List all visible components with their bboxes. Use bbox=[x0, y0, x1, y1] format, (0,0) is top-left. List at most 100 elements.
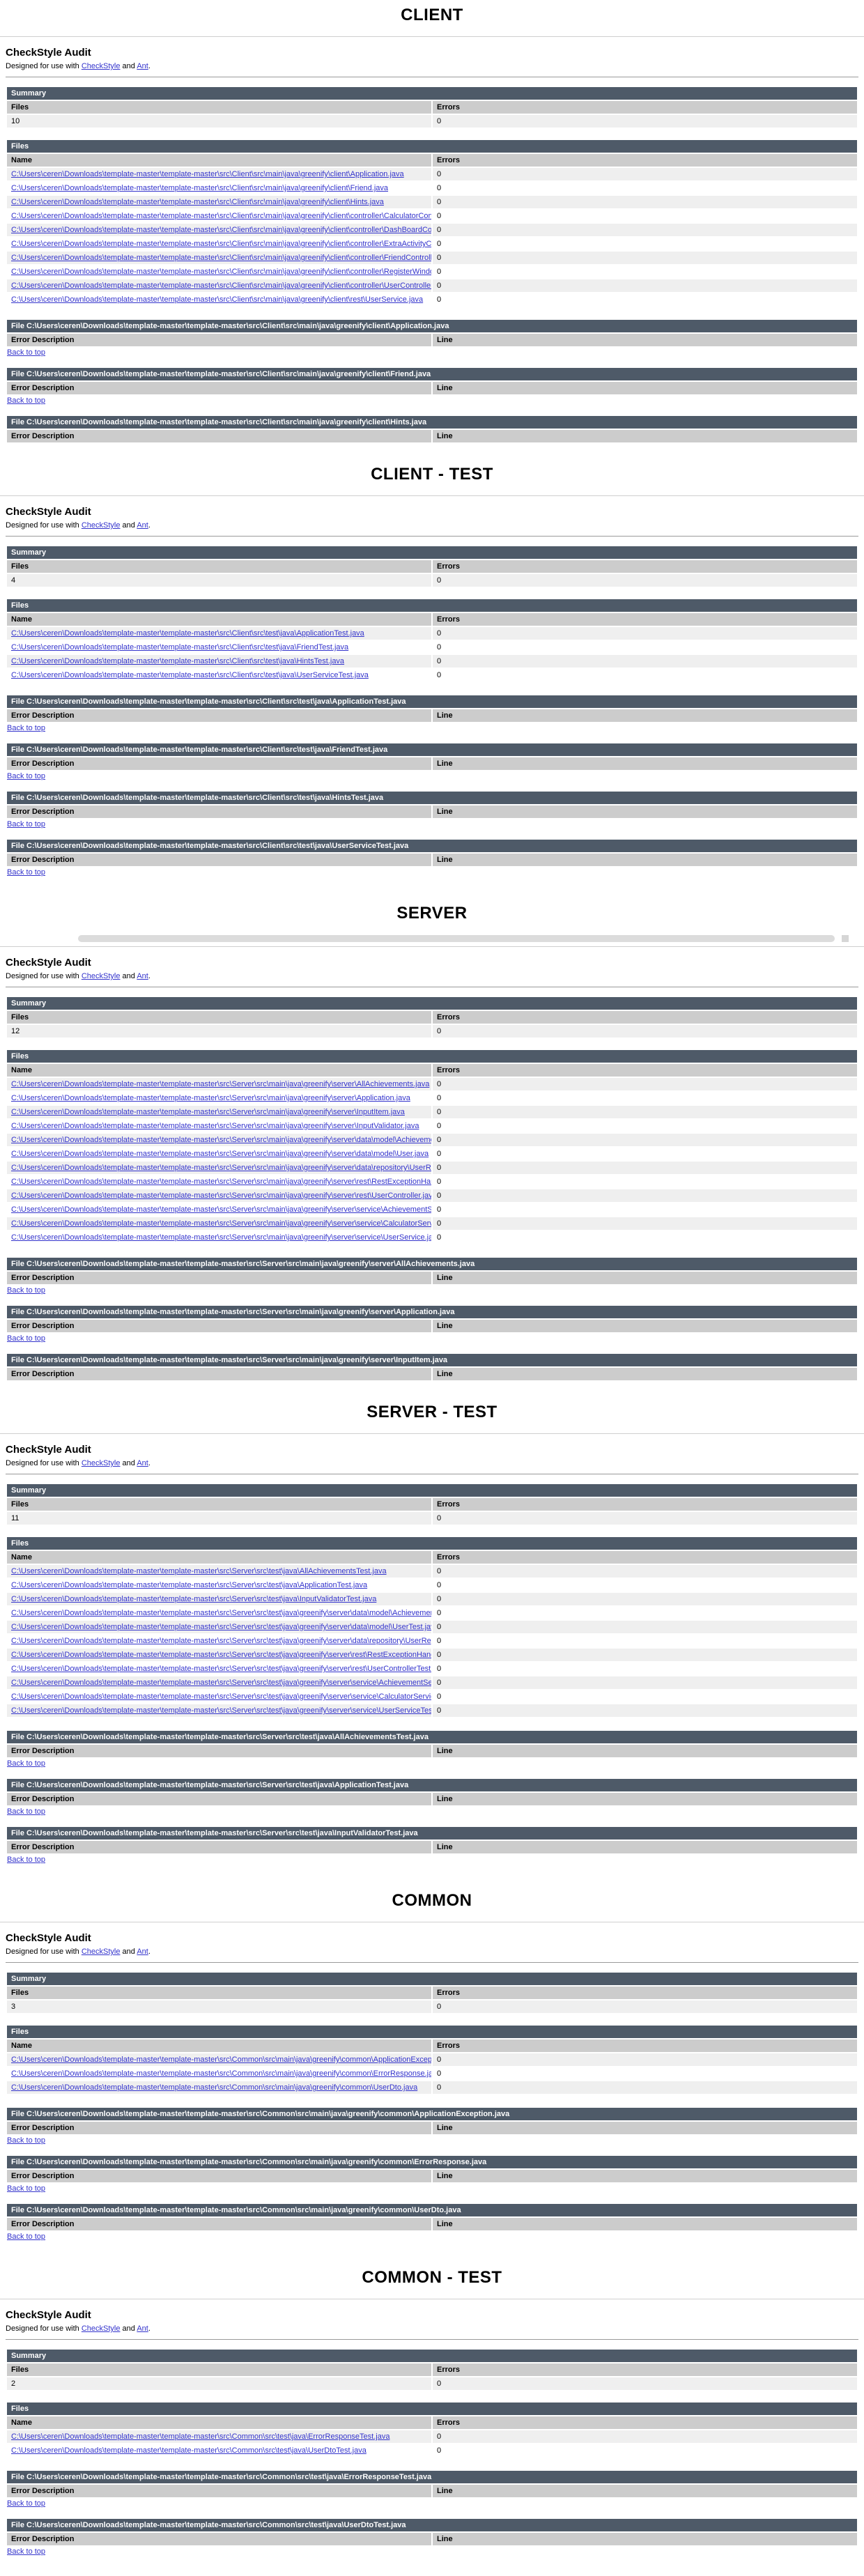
summary-col-files: Files bbox=[7, 560, 431, 573]
detail-band-row: File C:\Users\ceren\Downloads\template-m… bbox=[7, 2156, 857, 2168]
file-link[interactable]: C:\Users\ceren\Downloads\template-master… bbox=[11, 268, 427, 276]
file-link[interactable]: C:\Users\ceren\Downloads\template-master… bbox=[11, 1581, 367, 1589]
back-to-top-link[interactable]: Back to top bbox=[7, 2499, 45, 2508]
file-link[interactable]: C:\Users\ceren\Downloads\template-master… bbox=[11, 1609, 427, 1617]
detail-band-row: File C:\Users\ceren\Downloads\template-m… bbox=[7, 743, 857, 756]
back-to-top-link[interactable]: Back to top bbox=[7, 396, 45, 405]
file-link[interactable]: C:\Users\ceren\Downloads\template-master… bbox=[11, 1692, 427, 1701]
file-link[interactable]: C:\Users\ceren\Downloads\template-master… bbox=[11, 671, 369, 679]
file-error-count: 0 bbox=[433, 2444, 857, 2457]
file-link[interactable]: C:\Users\ceren\Downloads\template-master… bbox=[11, 1651, 427, 1659]
file-link[interactable]: C:\Users\ceren\Downloads\template-master… bbox=[11, 254, 427, 262]
ant-link[interactable]: Ant bbox=[137, 972, 148, 980]
file-link[interactable]: C:\Users\ceren\Downloads\template-master… bbox=[11, 226, 427, 234]
back-to-top-link[interactable]: Back to top bbox=[7, 820, 45, 828]
files-table: Files Name Errors C:\Users\ceren\Downloa… bbox=[6, 598, 858, 683]
detail-file-path: C:\Users\ceren\Downloads\template-master… bbox=[26, 697, 406, 706]
scrollbar-thumb[interactable] bbox=[78, 935, 835, 942]
file-link[interactable]: C:\Users\ceren\Downloads\template-master… bbox=[11, 2083, 417, 2092]
subtitle-text: and bbox=[120, 1948, 137, 1956]
file-link[interactable]: C:\Users\ceren\Downloads\template-master… bbox=[11, 1094, 410, 1102]
files-table: Files Name Errors C:\Users\ceren\Downloa… bbox=[6, 1536, 858, 1718]
file-link[interactable]: C:\Users\ceren\Downloads\template-master… bbox=[11, 1595, 376, 1603]
detail-col-description: Error Description bbox=[7, 2485, 431, 2497]
back-to-top-link[interactable]: Back to top bbox=[7, 1807, 45, 1816]
file-link[interactable]: C:\Users\ceren\Downloads\template-master… bbox=[11, 1108, 405, 1116]
file-detail-table: File C:\Users\ceren\Downloads\template-m… bbox=[6, 1729, 858, 1759]
ant-link[interactable]: Ant bbox=[137, 2324, 148, 2333]
file-link[interactable]: C:\Users\ceren\Downloads\template-master… bbox=[11, 629, 364, 638]
file-link[interactable]: C:\Users\ceren\Downloads\template-master… bbox=[11, 295, 423, 304]
file-link[interactable]: C:\Users\ceren\Downloads\template-master… bbox=[11, 1150, 427, 1158]
checkstyle-link[interactable]: CheckStyle bbox=[82, 1948, 121, 1956]
file-link[interactable]: C:\Users\ceren\Downloads\template-master… bbox=[11, 1623, 427, 1631]
file-link[interactable]: C:\Users\ceren\Downloads\template-master… bbox=[11, 1080, 427, 1088]
file-detail-block: File C:\Users\ceren\Downloads\template-m… bbox=[6, 2106, 858, 2151]
file-row: C:\Users\ceren\Downloads\template-master… bbox=[7, 1217, 857, 1230]
detail-column-row: Error Description Line bbox=[7, 757, 857, 770]
file-error-count: 0 bbox=[433, 1120, 857, 1132]
file-link[interactable]: C:\Users\ceren\Downloads\template-master… bbox=[11, 1219, 427, 1228]
file-link[interactable]: C:\Users\ceren\Downloads\template-master… bbox=[11, 1122, 419, 1130]
file-link[interactable]: C:\Users\ceren\Downloads\template-master… bbox=[11, 240, 427, 248]
file-row: C:\Users\ceren\Downloads\template-master… bbox=[7, 1231, 857, 1244]
files-column-row: Name Errors bbox=[7, 1064, 857, 1077]
file-link[interactable]: C:\Users\ceren\Downloads\template-master… bbox=[11, 281, 427, 290]
file-prefix: File bbox=[11, 2206, 26, 2214]
file-link[interactable]: C:\Users\ceren\Downloads\template-master… bbox=[11, 198, 384, 206]
ant-link[interactable]: Ant bbox=[137, 62, 148, 70]
horizontal-scrollbar[interactable] bbox=[0, 934, 864, 943]
file-error-count: 0 bbox=[433, 2430, 857, 2443]
back-to-top-link[interactable]: Back to top bbox=[7, 724, 45, 732]
checkstyle-link[interactable]: CheckStyle bbox=[82, 62, 121, 70]
file-link[interactable]: C:\Users\ceren\Downloads\template-master… bbox=[11, 1205, 427, 1214]
file-link[interactable]: C:\Users\ceren\Downloads\template-master… bbox=[11, 1233, 427, 1242]
file-prefix: File bbox=[11, 2521, 26, 2529]
file-link[interactable]: C:\Users\ceren\Downloads\template-master… bbox=[11, 184, 388, 192]
back-to-top-link[interactable]: Back to top bbox=[7, 772, 45, 780]
file-link[interactable]: C:\Users\ceren\Downloads\template-master… bbox=[11, 1191, 427, 1200]
file-link[interactable]: C:\Users\ceren\Downloads\template-master… bbox=[11, 2446, 367, 2455]
file-link[interactable]: C:\Users\ceren\Downloads\template-master… bbox=[11, 212, 427, 220]
back-to-top-link[interactable]: Back to top bbox=[7, 2547, 45, 2556]
ant-link[interactable]: Ant bbox=[137, 1948, 148, 1956]
file-link[interactable]: C:\Users\ceren\Downloads\template-master… bbox=[11, 1178, 427, 1186]
back-to-top-link[interactable]: Back to top bbox=[7, 2184, 45, 2193]
back-to-top-link[interactable]: Back to top bbox=[7, 2136, 45, 2145]
back-to-top-link[interactable]: Back to top bbox=[7, 1286, 45, 1295]
summary-data-row: 3 0 bbox=[7, 2000, 857, 2013]
detail-file-path: C:\Users\ceren\Downloads\template-master… bbox=[26, 370, 431, 378]
file-link[interactable]: C:\Users\ceren\Downloads\template-master… bbox=[11, 1136, 427, 1144]
file-link[interactable]: C:\Users\ceren\Downloads\template-master… bbox=[11, 1164, 427, 1172]
back-to-top-link[interactable]: Back to top bbox=[7, 348, 45, 357]
ant-link[interactable]: Ant bbox=[137, 521, 148, 530]
back-to-top-link[interactable]: Back to top bbox=[7, 868, 45, 877]
detail-file-path: C:\Users\ceren\Downloads\template-master… bbox=[26, 746, 387, 754]
summary-header: Summary bbox=[7, 997, 857, 1010]
file-link[interactable]: C:\Users\ceren\Downloads\template-master… bbox=[11, 657, 344, 665]
checkstyle-link[interactable]: CheckStyle bbox=[82, 521, 121, 530]
back-to-top-link[interactable]: Back to top bbox=[7, 2232, 45, 2241]
back-to-top-link[interactable]: Back to top bbox=[7, 1334, 45, 1343]
file-link[interactable]: C:\Users\ceren\Downloads\template-master… bbox=[11, 643, 348, 651]
checkstyle-link[interactable]: CheckStyle bbox=[82, 1459, 121, 1467]
ant-link[interactable]: Ant bbox=[137, 1459, 148, 1467]
detail-file-header: File C:\Users\ceren\Downloads\template-m… bbox=[7, 1827, 857, 1840]
file-link[interactable]: C:\Users\ceren\Downloads\template-master… bbox=[11, 170, 404, 178]
file-link[interactable]: C:\Users\ceren\Downloads\template-master… bbox=[11, 2432, 389, 2441]
detail-file-header: File C:\Users\ceren\Downloads\template-m… bbox=[7, 695, 857, 708]
file-link[interactable]: C:\Users\ceren\Downloads\template-master… bbox=[11, 1567, 387, 1575]
summary-column-row: Files Errors bbox=[7, 2363, 857, 2376]
checkstyle-link[interactable]: CheckStyle bbox=[82, 2324, 121, 2333]
back-to-top-link[interactable]: Back to top bbox=[7, 1856, 45, 1864]
checkstyle-link[interactable]: CheckStyle bbox=[82, 972, 121, 980]
file-link[interactable]: C:\Users\ceren\Downloads\template-master… bbox=[11, 2056, 427, 2064]
back-to-top-link[interactable]: Back to top bbox=[7, 1759, 45, 1768]
section-heading: SERVER bbox=[0, 904, 864, 923]
file-link[interactable]: C:\Users\ceren\Downloads\template-master… bbox=[11, 1665, 427, 1673]
file-link[interactable]: C:\Users\ceren\Downloads\template-master… bbox=[11, 1679, 427, 1687]
file-link[interactable]: C:\Users\ceren\Downloads\template-master… bbox=[11, 1637, 427, 1645]
file-link[interactable]: C:\Users\ceren\Downloads\template-master… bbox=[11, 2069, 427, 2078]
file-link[interactable]: C:\Users\ceren\Downloads\template-master… bbox=[11, 1706, 427, 1715]
detail-band-row: File C:\Users\ceren\Downloads\template-m… bbox=[7, 1779, 857, 1791]
